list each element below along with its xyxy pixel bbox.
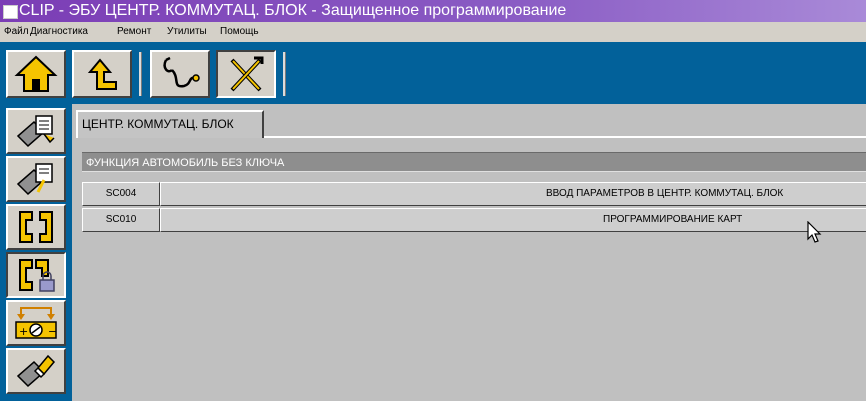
back-button[interactable] — [72, 50, 132, 98]
sidebar-protected-programming[interactable] — [6, 252, 66, 298]
toolbar-separator — [283, 52, 286, 96]
repair-tools-icon — [230, 56, 264, 92]
diagnostics-button[interactable] — [150, 50, 210, 98]
mouse-cursor-icon — [807, 221, 822, 243]
sidebar-ecu-parameters[interactable] — [6, 156, 66, 202]
menu-repair[interactable]: Ремонт — [117, 22, 151, 42]
back-arrow-icon — [87, 58, 117, 90]
sidebar-connector[interactable] — [6, 204, 66, 250]
sidebar-ecu-identification[interactable] — [6, 108, 66, 154]
diagnostic-probe-icon — [163, 56, 200, 88]
menu-file[interactable]: Файл — [4, 22, 29, 42]
menu-help[interactable]: Помощь — [220, 22, 259, 42]
svg-text:+: + — [19, 325, 28, 338]
main-content: ЦЕНТР. КОММУТАЦ. БЛОК ФУНКЦИЯ АВТОМОБИЛЬ… — [74, 104, 866, 401]
function-description[interactable]: ПРОГРАММИРОВАНИЕ КАРТ — [160, 208, 866, 232]
repair-button[interactable] — [216, 50, 276, 98]
tab-central-switching-unit[interactable]: ЦЕНТР. КОММУТАЦ. БЛОК — [76, 110, 264, 138]
sidebar-ecu-erase[interactable] — [6, 348, 66, 394]
function-description-text: ВВОД ПАРАМЕТРОВ В ЦЕНТР. КОММУТАЦ. БЛОК — [546, 188, 784, 199]
app-icon — [3, 5, 18, 19]
home-icon — [14, 55, 58, 92]
ecu-erase-icon — [16, 354, 56, 388]
function-description-text: ПРОГРАММИРОВАНИЕ КАРТ — [603, 214, 743, 225]
connector-icon — [19, 211, 53, 243]
connector-lock-icon — [19, 259, 55, 292]
function-code[interactable]: SC004 — [82, 182, 160, 206]
sidebar-battery[interactable]: + − — [6, 300, 66, 346]
sidebar: + − — [0, 104, 72, 401]
window-title: CLIP - ЭБУ ЦЕНТР. КОММУТАЦ. БЛОК - Защищ… — [19, 2, 567, 19]
tab-baseline — [264, 136, 866, 138]
ecu-parameters-icon — [16, 163, 53, 196]
title-bar: CLIP - ЭБУ ЦЕНТР. КОММУТАЦ. БЛОК - Защищ… — [0, 0, 866, 22]
toolbar — [0, 42, 866, 104]
svg-text:−: − — [48, 325, 57, 338]
home-button[interactable] — [6, 50, 66, 98]
ecu-identification-icon — [16, 115, 55, 148]
toolbar-separator — [139, 52, 142, 96]
menu-diagnostics[interactable]: Диагностика — [30, 22, 88, 42]
battery-resistor-icon: + − — [15, 307, 57, 339]
menu-utilities[interactable]: Утилиты — [167, 22, 207, 42]
function-header: ФУНКЦИЯ АВТОМОБИЛЬ БЕЗ КЛЮЧА — [82, 152, 866, 172]
function-description[interactable]: ВВОД ПАРАМЕТРОВ В ЦЕНТР. КОММУТАЦ. БЛОК — [160, 182, 866, 206]
menu-bar: Файл Диагностика Ремонт Утилиты Помощь — [0, 22, 866, 42]
function-code[interactable]: SC010 — [82, 208, 160, 232]
table-row[interactable]: SC004 ВВОД ПАРАМЕТРОВ В ЦЕНТР. КОММУТАЦ.… — [82, 182, 866, 206]
table-row[interactable]: SC010 ПРОГРАММИРОВАНИЕ КАРТ — [82, 208, 866, 232]
